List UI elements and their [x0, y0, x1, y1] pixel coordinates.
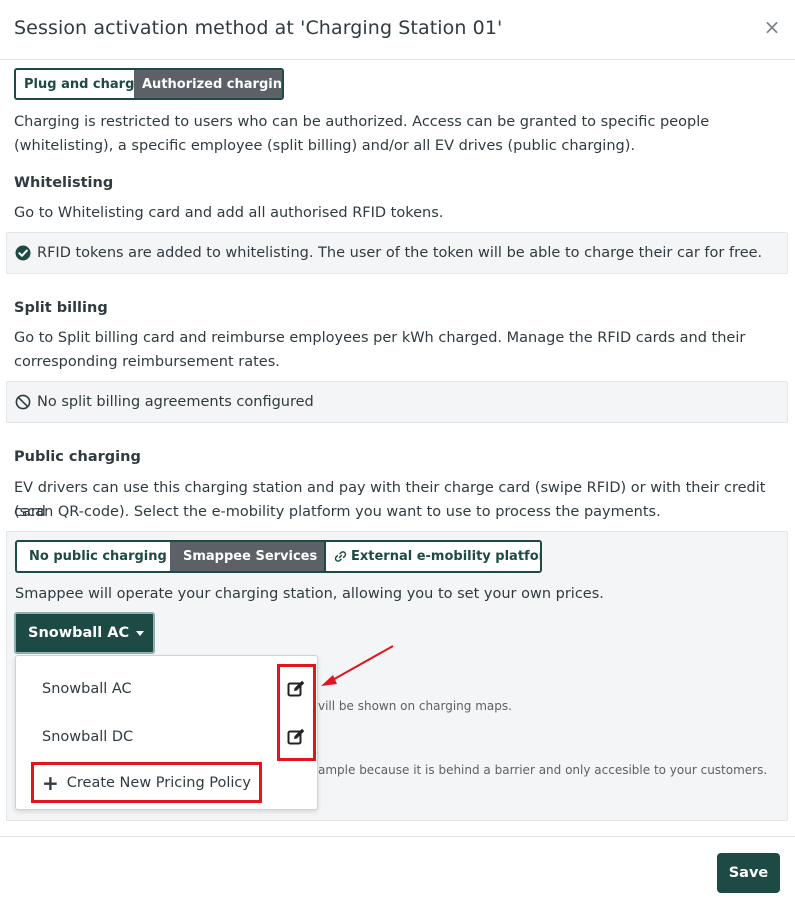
modal-header: Session activation method at 'Charging S… [0, 0, 795, 60]
split-billing-line-1: Go to Split billing card and reimburse e… [14, 330, 746, 346]
plug-and-charge-toggle[interactable]: Plug and charge [16, 70, 143, 98]
split-billing-status-text: No split billing agreements configured [37, 394, 314, 410]
caret-down-icon [136, 630, 145, 636]
whitelisting-status-text: RFID tokens are added to whitelisting. T… [37, 245, 763, 261]
split-billing-line-2: corresponding reimbursement rates. [14, 354, 280, 370]
ban-icon [15, 394, 31, 410]
create-pricing-policy-button[interactable]: + Create New Pricing Policy [31, 762, 262, 803]
public-charging-toggle: No public charging Smappee Services Exte… [15, 540, 542, 573]
intro-line-2: (whitelisting), a specific employee (spl… [14, 138, 636, 154]
no-public-charging-label: No public charging [29, 549, 167, 564]
create-pricing-policy-label: Create New Pricing Policy [66, 774, 251, 791]
intro-line-1: Charging is restricted to users who can … [14, 114, 710, 130]
pricing-policy-dropdown[interactable]: Snowball AC [14, 612, 155, 654]
smappee-services-label: Smappee Services [183, 549, 318, 564]
split-billing-status: No split billing agreements configured [6, 381, 788, 423]
no-public-charging-toggle[interactable]: No public charging [17, 542, 170, 571]
pricing-policy-selected: Snowball AC [28, 625, 130, 641]
smappee-services-description: Smappee will operate your charging stati… [15, 586, 604, 602]
close-icon[interactable]: × [763, 16, 781, 38]
external-platform-label: External e-mobility platform [351, 549, 542, 564]
whitelisting-description: Go to Whitelisting card and add all auth… [14, 205, 444, 221]
split-billing-heading: Split billing [14, 300, 108, 316]
authorized-charging-toggle[interactable]: Authorized charging [134, 70, 282, 98]
save-button[interactable]: Save [717, 853, 780, 893]
annotation-arrow [321, 645, 394, 686]
annotation-box-edit [277, 664, 316, 761]
whitelisting-heading: Whitelisting [14, 175, 114, 191]
plus-icon: + [42, 770, 59, 795]
external-platform-toggle[interactable]: External e-mobility platform [324, 542, 542, 571]
menu-item-snowball-ac[interactable]: Snowball AC [42, 681, 132, 697]
menu-item-snowball-dc[interactable]: Snowball DC [42, 729, 133, 745]
partial-text-charging-maps: vill be shown on charging maps. [318, 699, 512, 713]
footer-divider [0, 836, 795, 837]
link-icon [334, 551, 347, 562]
whitelisting-status: RFID tokens are added to whitelisting. T… [6, 232, 788, 274]
modal-title: Session activation method at 'Charging S… [14, 17, 503, 39]
mode-toggle: Plug and charge Authorized charging [14, 68, 284, 100]
partial-text-barrier: ample because it is behind a barrier and… [318, 763, 768, 777]
smappee-services-toggle[interactable]: Smappee Services [170, 542, 324, 571]
check-circle-icon [15, 245, 31, 261]
public-charging-heading: Public charging [14, 449, 141, 465]
public-charging-line-2: (scan QR-code). Select the e-mobility pl… [14, 504, 661, 520]
